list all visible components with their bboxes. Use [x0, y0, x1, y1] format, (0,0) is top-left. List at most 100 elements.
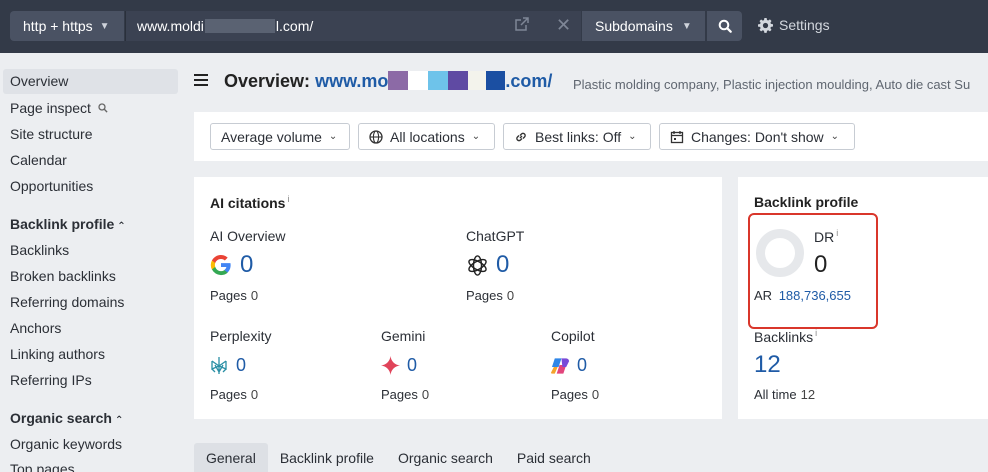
chevron-down-icon: ▼: [681, 20, 692, 32]
title-prefix: Overview:: [224, 71, 311, 91]
copilot-label: Copilot: [551, 328, 595, 344]
backlinks-value[interactable]: 12: [754, 351, 781, 379]
highlight-box: [748, 213, 878, 329]
pages-label: Pages: [466, 288, 503, 303]
sidebar-item-referring-domains[interactable]: Referring domains: [10, 292, 124, 312]
tab-backlink-profile[interactable]: Backlink profile: [268, 443, 386, 472]
all-time-value: 12: [800, 387, 816, 402]
protocol-label: http + https: [23, 18, 93, 34]
menu-icon[interactable]: [194, 74, 208, 89]
changes-dropdown[interactable]: Changes: Don't show ⌄: [659, 123, 855, 150]
google-icon: [210, 255, 231, 276]
perplexity-icon: [211, 357, 227, 374]
sidebar-item-site-structure[interactable]: Site structure: [10, 124, 92, 144]
external-link-icon[interactable]: [515, 17, 529, 34]
copilot-icon: [551, 358, 570, 374]
volume-label: Average volume: [221, 128, 322, 145]
best-links-dropdown[interactable]: Best links: Off ⌄: [503, 123, 651, 150]
pages-label: Pages: [551, 387, 588, 402]
search-icon: [718, 19, 732, 33]
perplexity-value[interactable]: 0: [236, 355, 246, 376]
backlinks-label: Backlinks i: [754, 328, 817, 345]
pages-label: Pages: [210, 387, 247, 402]
sidebar-item-backlinks[interactable]: Backlinks: [10, 240, 69, 260]
sidebar-item-opportunities[interactable]: Opportunities: [10, 176, 93, 196]
gemini-value[interactable]: 0: [407, 355, 417, 376]
protocol-select[interactable]: http + https ▼: [10, 11, 124, 41]
redacted-block: [204, 19, 275, 33]
locations-dropdown[interactable]: All locations ⌄: [358, 123, 495, 150]
ai-overview-label: AI Overview: [210, 228, 286, 244]
sidebar-item-linking-authors[interactable]: Linking authors: [10, 344, 105, 364]
ai-overview-value[interactable]: 0: [240, 251, 253, 279]
all-time-label: All time: [754, 387, 797, 402]
changes-label: Changes: Don't show: [691, 128, 824, 145]
pages-value: 0: [250, 288, 259, 303]
sidebar-item-overview[interactable]: Overview: [3, 69, 178, 94]
gemini-icon: [381, 356, 400, 375]
tab-organic-search[interactable]: Organic search: [386, 443, 505, 472]
url-text-start: www.moldi: [137, 18, 204, 34]
redacted-block: [486, 71, 506, 90]
sidebar-item-referring-ips[interactable]: Referring IPs: [10, 370, 92, 390]
copilot-pages: Pages 0: [551, 387, 599, 402]
redacted-block: [408, 71, 429, 90]
all-time-line: All time 12: [754, 387, 815, 402]
settings-button[interactable]: Settings: [758, 17, 830, 33]
chatgpt-value[interactable]: 0: [496, 251, 509, 279]
page-title: Overview: www.mo .com/: [224, 71, 552, 92]
chevron-down-icon: ⌄: [471, 131, 481, 142]
sidebar-section-organic-search[interactable]: Organic search ⌃: [10, 410, 123, 426]
chevron-up-icon: ⌃: [117, 221, 126, 232]
section-tabs: General Backlink profile Organic search …: [194, 443, 603, 472]
chatgpt-pages: Pages 0: [466, 288, 514, 303]
subdomains-select[interactable]: Subdomains ▼: [582, 11, 705, 41]
sidebar-item-anchors[interactable]: Anchors: [10, 318, 61, 338]
section-label: Organic search: [10, 410, 112, 426]
search-button[interactable]: [707, 11, 742, 41]
info-icon[interactable]: i: [815, 328, 817, 338]
perplexity-label: Perplexity: [210, 328, 272, 344]
sidebar: Overview Page inspect Site structure Cal…: [0, 53, 186, 472]
clear-icon[interactable]: ✕: [556, 14, 571, 36]
sidebar-item-calendar[interactable]: Calendar: [10, 150, 67, 170]
sidebar-item-top-pages[interactable]: Top pages: [10, 459, 75, 472]
card-title-text: AI citations: [210, 195, 286, 211]
volume-dropdown[interactable]: Average volume ⌄: [210, 123, 350, 150]
backlinks-label-text: Backlinks: [754, 329, 814, 345]
domain-end: .com/: [505, 71, 553, 91]
ai-citations-card: [194, 177, 722, 419]
ai-citations-title: AI citations i: [210, 194, 289, 211]
top-bar: http + https ▼ www.moldi l.com/ ✕ Subdoma…: [0, 0, 988, 53]
globe-icon: [369, 129, 383, 144]
chevron-down-icon: ▼: [99, 20, 110, 32]
pages-label: Pages: [381, 387, 418, 402]
redacted-block: [468, 71, 487, 90]
section-label: Backlink profile: [10, 216, 115, 232]
subdomains-label: Subdomains: [595, 18, 673, 34]
domain-link[interactable]: www.mo .com/: [315, 71, 552, 91]
settings-label: Settings: [779, 17, 830, 33]
gemini-pages: Pages 0: [381, 387, 429, 402]
filter-bar: Average volume ⌄ All locations ⌄ Best link…: [194, 112, 988, 161]
best-links-label: Best links: Off: [535, 128, 622, 145]
redacted-block: [428, 71, 449, 90]
sidebar-section-backlink-profile[interactable]: Backlink profile ⌃: [10, 216, 126, 232]
tab-paid-search[interactable]: Paid search: [505, 443, 603, 472]
redacted-block: [448, 71, 469, 90]
gear-icon: [758, 17, 773, 33]
pages-label: Pages: [210, 288, 247, 303]
pages-value: 0: [591, 387, 600, 402]
info-icon[interactable]: i: [287, 194, 289, 204]
ai-overview-pages: Pages 0: [210, 288, 258, 303]
domain-start: www.mo: [315, 71, 389, 91]
sidebar-item-organic-keywords[interactable]: Organic keywords: [10, 434, 122, 454]
pages-value: 0: [506, 288, 515, 303]
perplexity-pages: Pages 0: [210, 387, 258, 402]
sidebar-item-broken-backlinks[interactable]: Broken backlinks: [10, 266, 116, 286]
copilot-value[interactable]: 0: [577, 355, 587, 376]
sidebar-item-page-inspect[interactable]: Page inspect: [10, 98, 108, 118]
pages-value: 0: [421, 387, 430, 402]
url-input[interactable]: www.moldi l.com/: [125, 11, 581, 41]
tab-general[interactable]: General: [194, 443, 268, 472]
